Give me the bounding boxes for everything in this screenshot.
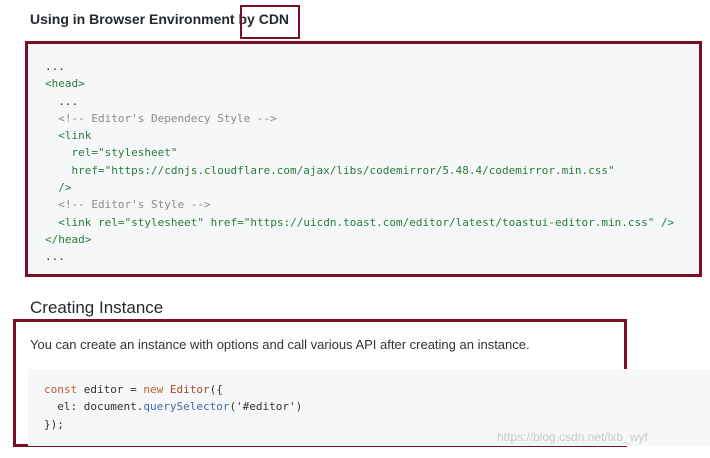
code-text: ('#editor')	[229, 400, 303, 414]
code-block-cdn: ... <head> ... <!-- Editor's Dependecy S…	[25, 41, 702, 277]
code-line: <link	[58, 129, 92, 143]
instance-description: You can create an instance with options …	[30, 337, 530, 352]
code-string: "stylesheet"	[98, 146, 178, 160]
code-string: "https://cdnjs.cloudflare.com/ajax/libs/…	[104, 163, 615, 177]
code-attr: rel=	[71, 146, 99, 160]
code-attr: rel=	[98, 215, 125, 229]
section-heading-text: Using in Browser Environment b	[30, 11, 248, 27]
code-content: ... <head> ... <!-- Editor's Dependecy S…	[45, 58, 674, 266]
code-line: ...	[45, 60, 65, 73]
code-text: el: document.	[57, 400, 144, 414]
code-line: </head>	[45, 232, 92, 246]
code-text: });	[44, 417, 64, 431]
cdn-highlight-box	[240, 5, 300, 39]
code-class: Editor	[169, 383, 210, 396]
code-attr: href=	[210, 215, 244, 229]
code-line: ...	[58, 94, 79, 108]
code-line: <head>	[45, 77, 85, 91]
code-tag: />	[660, 215, 675, 229]
code-string: "stylesheet"	[124, 215, 204, 229]
code-comment: <!-- Editor's Style -->	[58, 198, 211, 212]
code-comment: <!-- Editor's Dependecy Style -->	[58, 111, 277, 125]
section-title: Creating Instance	[30, 298, 164, 317]
code-attr: href=	[71, 163, 105, 177]
code-content: const editor = new Editor({ el: document…	[44, 381, 302, 433]
code-tag: <link	[58, 215, 92, 229]
code-line: ...	[45, 250, 65, 264]
code-line: />	[58, 181, 72, 195]
code-string: "https://uicdn.toast.com/editor/latest/t…	[243, 215, 655, 229]
watermark: https://blog.csdn.net/lxb_wyf	[497, 430, 648, 444]
code-text: ({	[209, 383, 223, 396]
code-text: editor =	[83, 383, 137, 396]
code-keyword: new	[143, 383, 164, 396]
code-keyword: const	[44, 383, 78, 396]
code-function: querySelector	[143, 400, 230, 414]
